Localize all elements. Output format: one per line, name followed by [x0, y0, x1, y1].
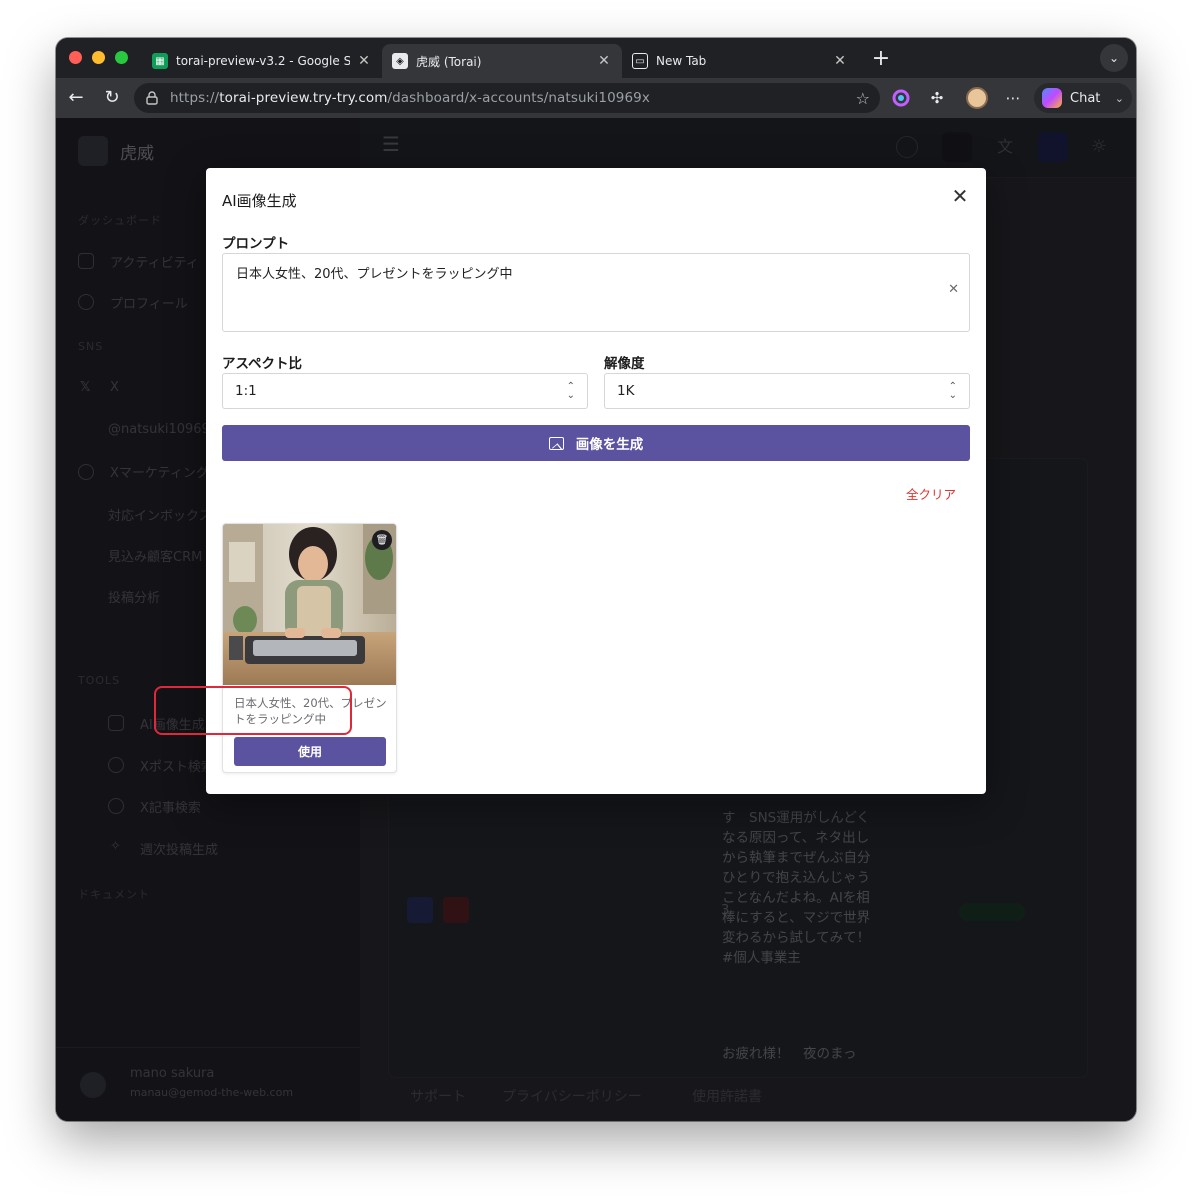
sheets-icon: ▦: [152, 53, 168, 69]
url-text: https://torai-preview.try-try.com/dashbo…: [170, 90, 856, 106]
back-button[interactable]: ←: [64, 86, 88, 110]
more-menu-icon[interactable]: ⋯: [1002, 87, 1024, 109]
close-window-button[interactable]: [69, 51, 82, 64]
highlight-annotation: [154, 686, 352, 735]
chevron-down-icon[interactable]: ⌄: [1115, 92, 1124, 105]
select-arrows-icon: ⌃ ⌄: [948, 381, 957, 401]
browser-window: ▦ torai-preview-v3.2 - Google She ✕ ◈ 虎威…: [56, 38, 1136, 1121]
tab-title: New Tab: [656, 54, 707, 68]
prompt-value: 日本人女性、20代、プレゼントをラッピング中: [236, 267, 513, 282]
reload-icon: ↻: [104, 87, 120, 108]
generate-image-button[interactable]: 画像を生成: [222, 425, 970, 461]
copilot-logo-icon: [1042, 88, 1062, 108]
prompt-label: プロンプト: [222, 236, 290, 252]
url-scheme: https://: [170, 90, 220, 106]
tab-title: torai-preview-v3.2 - Google She: [176, 54, 350, 68]
prompt-input[interactable]: 日本人女性、20代、プレゼントをラッピング中 ✕: [222, 253, 970, 332]
torai-logo-icon: ◈: [392, 53, 408, 69]
clear-input-icon[interactable]: ✕: [948, 282, 959, 297]
delete-image-button[interactable]: 🗑: [372, 530, 392, 550]
resolution-label: 解像度: [604, 356, 645, 372]
chat-label: Chat: [1070, 90, 1101, 106]
close-icon[interactable]: ✕: [356, 53, 372, 69]
url-path: /dashboard/x-accounts/natsuki10969x: [387, 90, 650, 106]
close-icon: ✕: [951, 184, 969, 208]
generated-image-card: 🗑 日本人女性、20代、プレゼントをラッピング中 使用: [222, 523, 397, 773]
tab-strip: ▦ torai-preview-v3.2 - Google She ✕ ◈ 虎威…: [56, 38, 1136, 78]
reload-button[interactable]: ↻: [100, 86, 124, 110]
tab-search-button[interactable]: ⌄: [1100, 44, 1128, 72]
tab-torai[interactable]: ◈ 虎威 (Torai) ✕: [382, 44, 622, 78]
tab-title: 虎威 (Torai): [416, 54, 482, 69]
use-image-button[interactable]: 使用: [234, 737, 386, 766]
tab-new-tab[interactable]: ▭ New Tab ✕: [622, 44, 858, 78]
aspect-ratio-select[interactable]: 1:1 ⌃ ⌄: [222, 373, 588, 409]
page-content: 虎威 ダッシュボード アクティビティ プロフィール SNS 𝕏 X @natsu…: [56, 118, 1136, 1121]
zoom-window-button[interactable]: [115, 51, 128, 64]
new-tab-icon: ▭: [632, 53, 648, 69]
close-icon[interactable]: ✕: [596, 53, 612, 69]
url-host: torai-preview.try-try.com: [219, 90, 388, 106]
new-tab-button[interactable]: +: [868, 47, 894, 73]
chevron-down-icon: ⌄: [1108, 51, 1120, 65]
extensions-puzzle-icon[interactable]: ✣: [926, 87, 948, 109]
close-icon[interactable]: ✕: [832, 53, 848, 69]
arrow-left-icon: ←: [68, 87, 84, 108]
aspect-ratio-value: 1:1: [235, 383, 257, 399]
close-button[interactable]: ✕: [948, 184, 972, 208]
image-icon: [548, 436, 564, 450]
aspect-ratio-label: アスペクト比: [222, 356, 303, 372]
clear-all-button[interactable]: 全クリア: [906, 484, 956, 503]
address-bar[interactable]: https://torai-preview.try-try.com/dashbo…: [134, 83, 880, 113]
dialog-title: AI画像生成: [222, 192, 297, 210]
color-extension-icon[interactable]: [890, 87, 912, 109]
bookmark-star-icon[interactable]: ☆: [856, 89, 870, 108]
trash-icon: 🗑: [375, 534, 389, 546]
generate-label: 画像を生成: [575, 437, 644, 453]
minimize-window-button[interactable]: [92, 51, 105, 64]
resolution-value: 1K: [617, 383, 635, 399]
browser-toolbar: ← ↻ https://torai-preview.try-try.com/da…: [56, 78, 1136, 118]
site-info-icon[interactable]: [144, 90, 160, 106]
select-arrows-icon: ⌃ ⌄: [566, 381, 575, 401]
chat-button[interactable]: Chat ⌄: [1034, 83, 1132, 113]
profile-avatar[interactable]: [966, 87, 988, 109]
tab-google-sheets[interactable]: ▦ torai-preview-v3.2 - Google She ✕: [142, 44, 382, 78]
resolution-select[interactable]: 1K ⌃ ⌄: [604, 373, 970, 409]
generated-image[interactable]: 🗑: [223, 524, 396, 685]
